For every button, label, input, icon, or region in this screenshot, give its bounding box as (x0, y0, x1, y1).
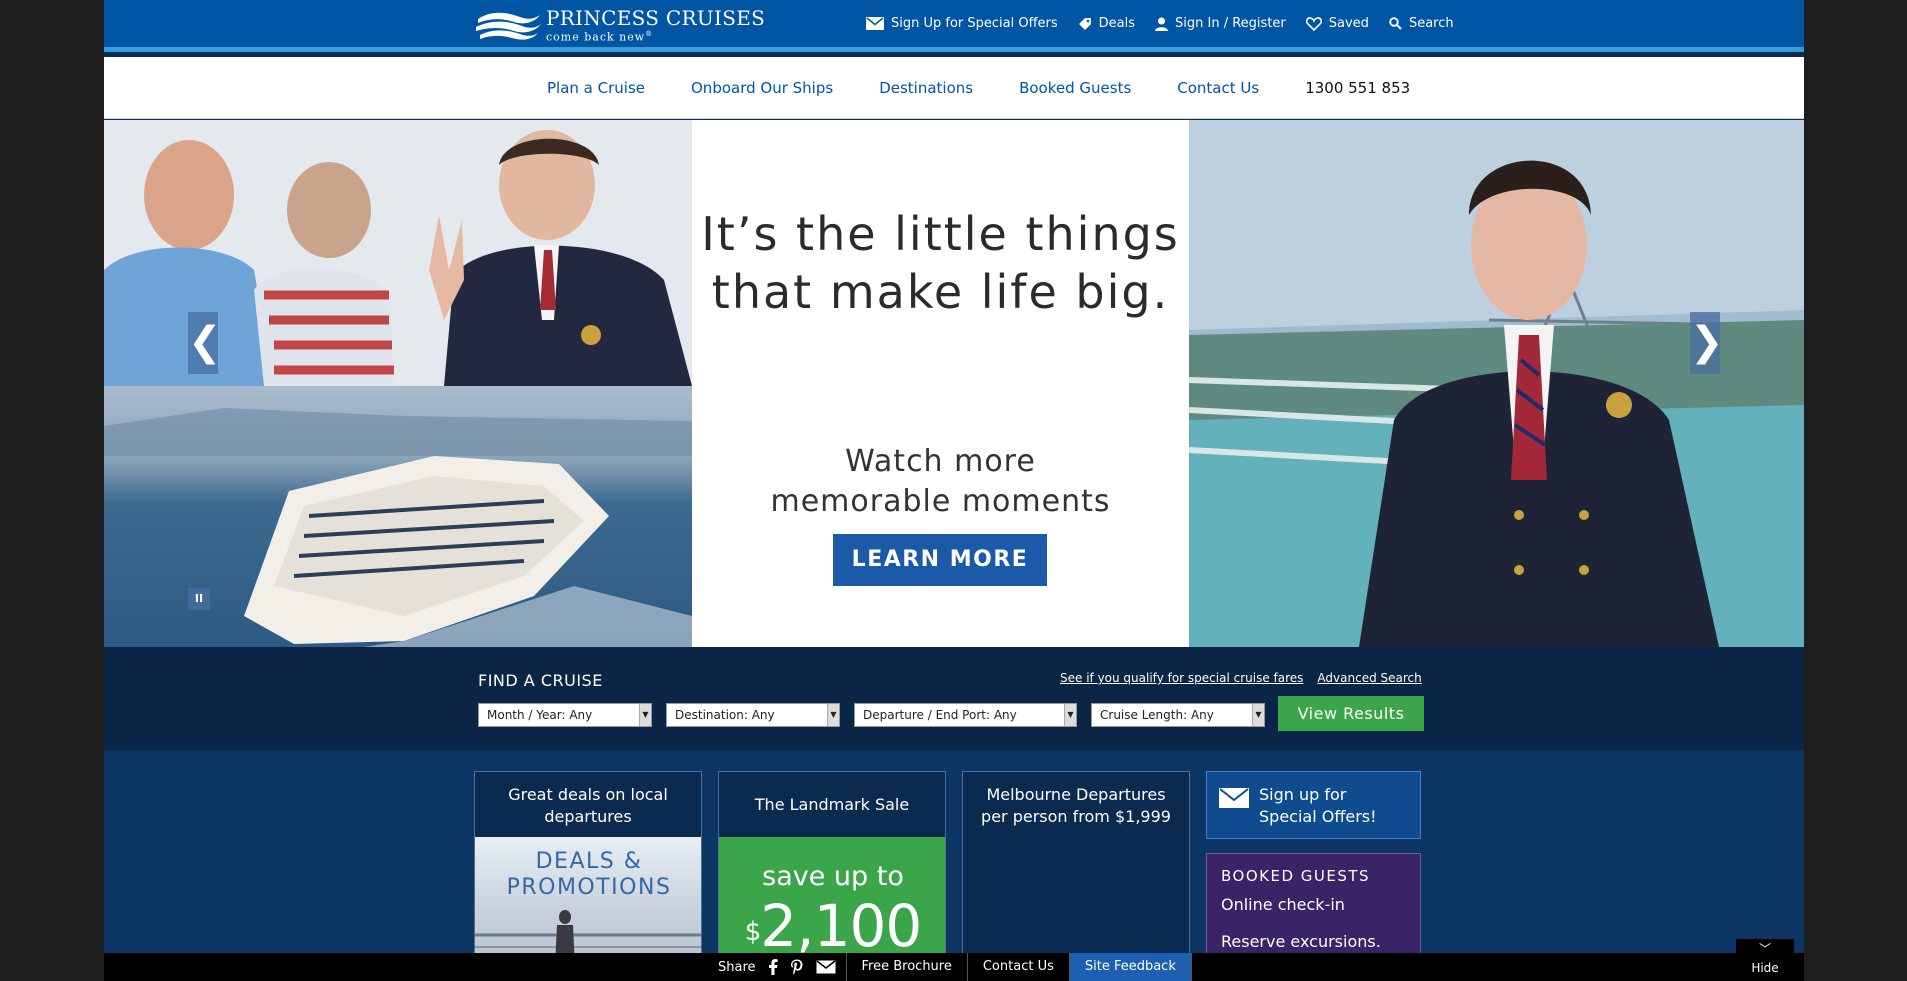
hero-sub-line1: Watch more (845, 444, 1036, 479)
saved-label: Saved (1328, 16, 1369, 31)
hide-bar-button[interactable]: ﹀ Hide (1736, 939, 1794, 981)
share-label: Share (718, 959, 756, 975)
hero-sub-line2: memorable moments (770, 484, 1111, 519)
month-year-select[interactable]: Month / Year: Any ▼ (478, 703, 652, 727)
landmark-sale-card[interactable]: The Landmark Sale save up to $2,100 (718, 771, 946, 961)
crew-member-photo (1189, 120, 1804, 647)
promo-section: Great deals on local departures DEALS & … (104, 750, 1804, 981)
special-fares-link[interactable]: See if you qualify for special cruise fa… (1060, 671, 1303, 685)
heart-icon (1305, 16, 1322, 31)
carousel-next-arrow-icon[interactable]: ❯ (1690, 312, 1724, 374)
princess-logo[interactable]: PRINCESS CRUISES come back new® (474, 6, 766, 44)
melbourne-title-line2: per person from $1,999 (981, 807, 1171, 826)
envelope-icon (1219, 788, 1249, 808)
nav-phone-number[interactable]: 1300 551 853 (1305, 79, 1410, 97)
nav-contact-us[interactable]: Contact Us (1177, 79, 1259, 97)
landmark-sale-title: The Landmark Sale (754, 795, 910, 814)
wave-logo-icon (476, 12, 541, 40)
departure-port-select-value: Departure / End Port: Any (863, 708, 1017, 722)
cruise-length-select-value: Cruise Length: Any (1100, 708, 1214, 722)
melbourne-departures-card[interactable]: Melbourne Departures per person from $1,… (962, 771, 1190, 961)
top-bar: PRINCESS CRUISES come back new® Sign Up … (104, 0, 1804, 52)
hero-headline: It’s the little things that make life bi… (692, 205, 1189, 321)
signup-line2: Special Offers! (1259, 807, 1377, 826)
nav-plan-a-cruise[interactable]: Plan a Cruise (547, 79, 645, 97)
signup-special-offers-card[interactable]: Sign up for Special Offers! (1206, 771, 1421, 839)
departure-port-select[interactable]: Departure / End Port: Any ▼ (854, 703, 1077, 727)
booked-guests-title: BOOKED GUESTS (1221, 867, 1371, 885)
hero-banner[interactable]: It’s the little things that make life bi… (104, 120, 1804, 647)
hero-headline-line1: It’s the little things (701, 207, 1180, 261)
local-deals-title: Great deals on local departures (508, 785, 668, 826)
nav-onboard-our-ships[interactable]: Onboard Our Ships (691, 79, 833, 97)
saved-link[interactable]: Saved (1305, 16, 1369, 31)
share-group: Share (708, 953, 847, 981)
deals-link[interactable]: Deals (1078, 16, 1135, 31)
deals-label: Deals (1098, 16, 1136, 31)
page: PRINCESS CRUISES come back new® Sign Up … (104, 0, 1804, 981)
envelope-icon (866, 17, 884, 30)
user-icon (1155, 17, 1169, 31)
melbourne-title-line1: Melbourne Departures (986, 785, 1166, 804)
search-icon (1389, 17, 1402, 30)
month-year-select-value: Month / Year: Any (487, 708, 593, 722)
email-share-icon[interactable] (816, 960, 836, 974)
main-nav: Plan a Cruise Onboard Our Ships Destinat… (104, 57, 1804, 119)
nav-booked-guests[interactable]: Booked Guests (1019, 79, 1131, 97)
landmark-sale-offer: save up to $2,100 (719, 837, 945, 960)
brand-tagline: come back new (546, 30, 646, 44)
sign-in-link[interactable]: Sign In / Register (1155, 16, 1286, 31)
reserve-excursions-link[interactable]: Reserve excursions. (1207, 914, 1420, 951)
site-feedback-button[interactable]: Site Feedback (1069, 953, 1192, 981)
pinterest-icon[interactable] (790, 959, 804, 975)
destination-select-value: Destination: Any (675, 708, 775, 722)
deals-text-line1: DEALS & (535, 849, 643, 874)
hide-label: Hide (1751, 961, 1779, 975)
tag-icon (1078, 17, 1091, 30)
destination-select[interactable]: Destination: Any ▼ (666, 703, 840, 727)
learn-more-button[interactable]: LEARN MORE (833, 534, 1047, 586)
hero-headline-line2: that make life big. (711, 265, 1170, 319)
signup-offers-label: Sign Up for Special Offers (891, 16, 1058, 31)
chevron-down-icon: ▼ (639, 704, 651, 726)
cruise-length-select[interactable]: Cruise Length: Any ▼ (1091, 703, 1265, 727)
hero-subheading: Watch more memorable moments (692, 442, 1189, 522)
sign-in-label: Sign In / Register (1175, 16, 1286, 31)
savings-amount: 2,100 (760, 892, 922, 960)
utility-nav: Sign Up for Special Offers Deals Sign In… (866, 16, 1454, 31)
free-brochure-link[interactable]: Free Brochure (847, 953, 968, 981)
signup-offers-link[interactable]: Sign Up for Special Offers (866, 16, 1058, 31)
save-up-to-text: save up to (762, 861, 904, 892)
currency-symbol: $ (744, 917, 762, 947)
chevron-down-icon: ▼ (1252, 704, 1264, 726)
bottom-bar: Share Free Brochure Contact Us Site Feed… (104, 953, 1804, 981)
online-check-in-link[interactable]: Online check-in (1207, 885, 1420, 914)
hero-message-panel: It’s the little things that make life bi… (692, 120, 1189, 647)
booked-guests-card: BOOKED GUESTS Online check-in Reserve ex… (1206, 853, 1421, 963)
carousel-pause-icon[interactable]: II (188, 588, 210, 610)
chevron-down-icon: ﹀ (1758, 942, 1771, 956)
carousel-prev-arrow-icon[interactable]: ❮ (188, 312, 222, 374)
find-a-cruise-bar: FIND A CRUISE See if you qualify for spe… (104, 647, 1804, 750)
brand-name: PRINCESS CRUISES (546, 6, 766, 31)
local-deals-card[interactable]: Great deals on local departures DEALS & … (474, 771, 702, 961)
advanced-search-link[interactable]: Advanced Search (1317, 671, 1421, 685)
chevron-down-icon: ▼ (1064, 704, 1076, 726)
signup-line1: Sign up for (1259, 785, 1347, 804)
search-label: Search (1408, 16, 1454, 31)
deals-promotions-image: DEALS & PROMOTIONS (475, 837, 701, 960)
find-a-cruise-title: FIND A CRUISE (478, 671, 603, 690)
bottom-contact-us-link[interactable]: Contact Us (968, 953, 1070, 981)
brand-trademark: ® (645, 30, 654, 39)
nav-destinations[interactable]: Destinations (879, 79, 973, 97)
view-results-button[interactable]: View Results (1278, 696, 1424, 731)
chevron-down-icon: ▼ (827, 704, 839, 726)
search-link[interactable]: Search (1389, 16, 1454, 31)
facebook-icon[interactable] (768, 959, 778, 975)
